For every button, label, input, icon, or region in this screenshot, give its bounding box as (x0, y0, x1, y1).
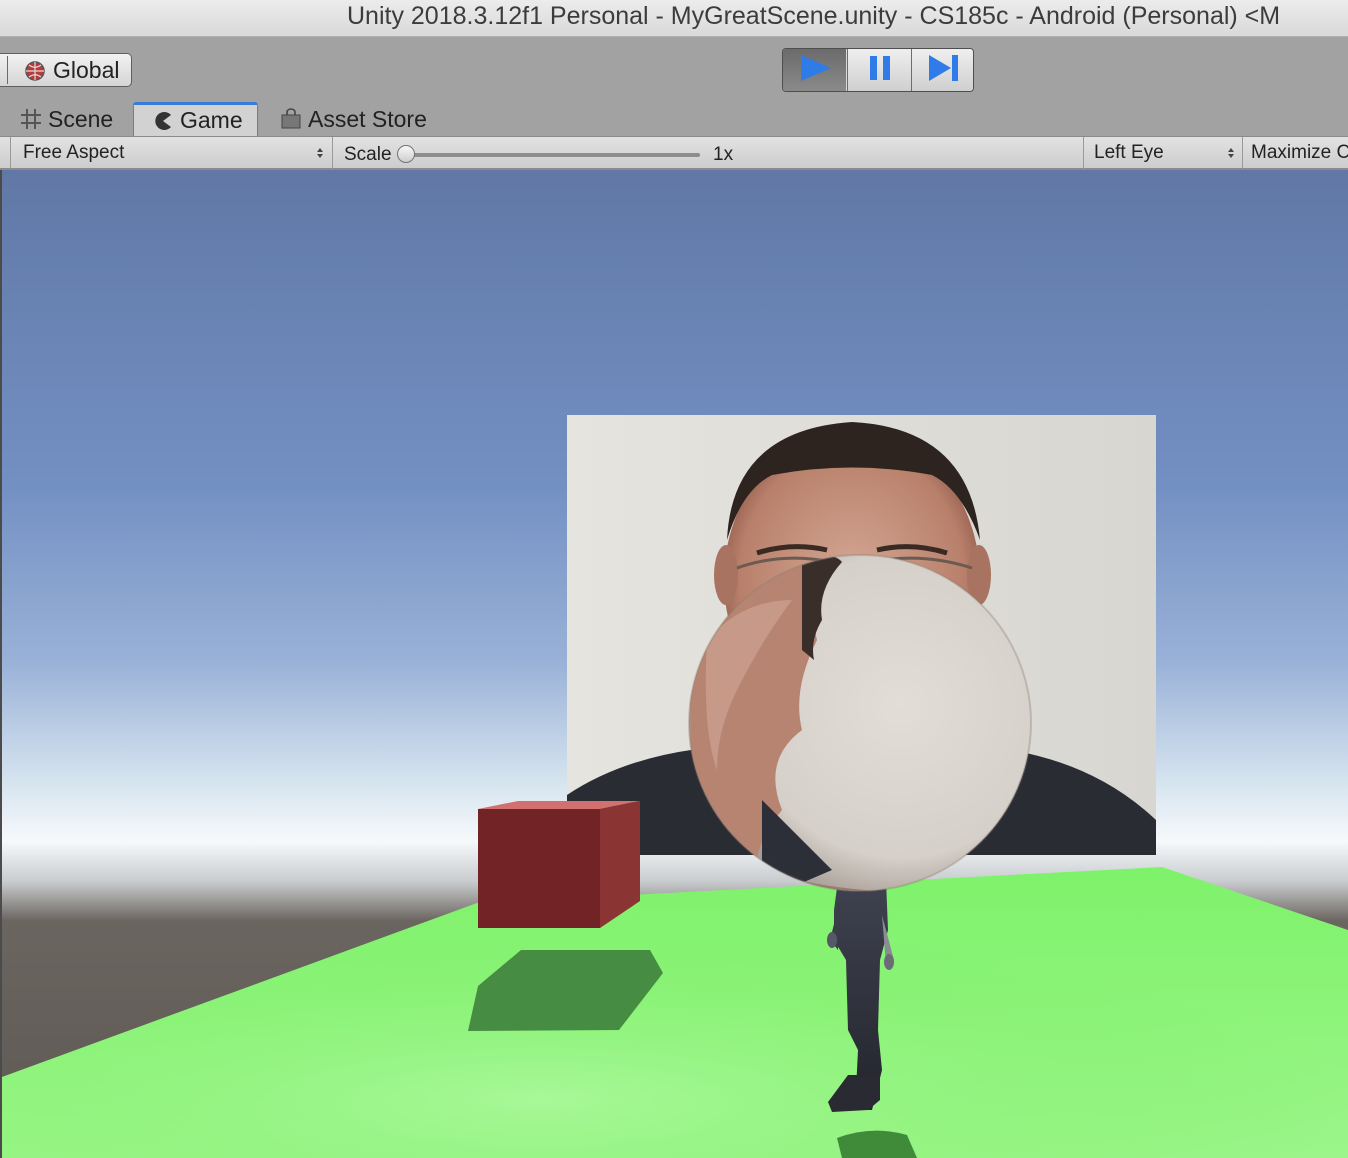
scale-slider-thumb[interactable] (397, 145, 415, 163)
aspect-dropdown-value: Free Aspect (23, 142, 125, 163)
playback-controls (782, 48, 974, 92)
global-toggle-button[interactable]: Global (0, 53, 132, 87)
red-cube (478, 801, 640, 928)
title-bar: Unity 2018.3.12f1 Personal - MyGreatScen… (0, 0, 1348, 37)
eye-dropdown-value: Left Eye (1094, 142, 1164, 163)
eye-dropdown[interactable]: Left Eye (1084, 137, 1242, 169)
game-viewport[interactable] (2, 170, 1348, 1158)
shopping-bag-icon (280, 108, 302, 130)
tab-game[interactable]: Game (133, 102, 258, 136)
tab-game-label: Game (180, 107, 243, 133)
main-toolbar: Global (0, 37, 1348, 101)
global-label: Global (53, 57, 120, 83)
window-title: Unity 2018.3.12f1 Personal - MyGreatScen… (347, 2, 1281, 30)
tab-scene[interactable]: Scene (20, 102, 130, 136)
updown-arrows-icon (317, 148, 323, 158)
view-tabs: Scene Game Asset Store (0, 101, 1348, 136)
button-divider (7, 56, 8, 84)
grid-icon (20, 108, 42, 130)
pause-icon (867, 54, 893, 87)
tab-asset-store[interactable]: Asset Store (280, 102, 460, 136)
pacman-icon (152, 110, 174, 132)
game-view-toolbar: Free Aspect Scale 1x Left Eye Maximize C (0, 136, 1348, 169)
play-button[interactable] (783, 49, 846, 91)
separator (1242, 137, 1243, 169)
step-icon (927, 53, 961, 88)
maximize-on-play-toggle[interactable]: Maximize C (1251, 142, 1348, 164)
step-button[interactable] (911, 49, 973, 91)
aspect-dropdown[interactable]: Free Aspect (11, 137, 331, 169)
play-icon (797, 53, 833, 88)
pause-button[interactable] (847, 49, 911, 91)
tab-asset-store-label: Asset Store (308, 105, 427, 132)
scale-value: 1x (713, 144, 734, 165)
scale-label: Scale (344, 144, 392, 165)
updown-arrows-icon (1228, 148, 1234, 158)
globe-icon (24, 60, 46, 82)
tab-scene-label: Scene (48, 105, 114, 132)
scale-slider-track[interactable] (404, 153, 700, 157)
separator (332, 137, 333, 169)
